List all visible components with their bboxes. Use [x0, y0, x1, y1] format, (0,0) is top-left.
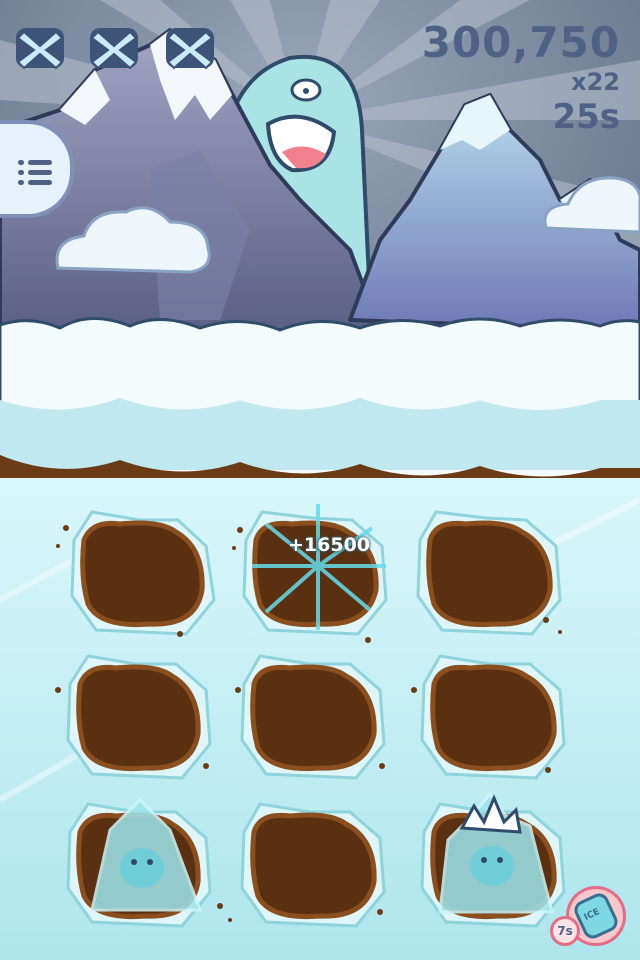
crossed-life-icon	[166, 28, 214, 70]
score-popup: +16500	[288, 534, 371, 556]
combo-multiplier: x22	[571, 68, 620, 96]
hole-r2c3[interactable]	[420, 654, 566, 780]
powerup-cooldown: 7s	[550, 916, 580, 946]
hole-r2c2[interactable]	[240, 654, 386, 780]
ice-powerup-button[interactable]: ICE 7s	[548, 878, 632, 960]
crossed-life-icon	[90, 28, 138, 70]
crossed-life-icon	[16, 28, 64, 70]
snow-bank	[0, 316, 640, 484]
game-scene	[0, 0, 640, 960]
hole-r1c3[interactable]	[416, 510, 562, 636]
time-remaining: 25s	[552, 97, 620, 137]
hole-r3c2[interactable]	[240, 802, 386, 928]
hole-r2c1[interactable]	[66, 654, 212, 780]
score-display: 300,750	[421, 18, 620, 67]
